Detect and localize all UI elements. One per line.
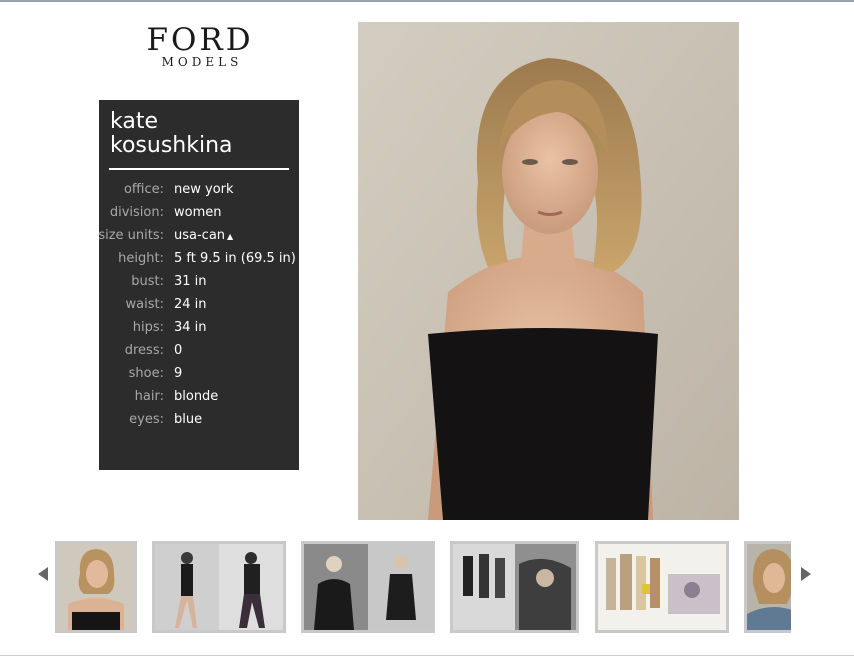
stat-shoe: shoe: 9 [99,366,299,389]
stat-label: size units: [98,228,164,243]
stat-waist: waist: 24 in [99,297,299,320]
thumbnail[interactable] [301,541,435,633]
thumbnail[interactable] [152,541,286,633]
stat-value: new york [174,182,234,197]
name-divider [109,168,289,170]
stat-bust: bust: 31 in [99,274,299,297]
logo-ford: FORD [146,22,254,58]
model-first-name: kate [110,109,158,134]
stat-label: eyes: [129,412,164,427]
stat-dress: dress: 0 [99,343,299,366]
model-name: kate kosushkina [110,110,233,158]
stat-label: shoe: [128,366,164,381]
top-border [0,0,854,2]
model-info-panel: kate kosushkina office: new york divisio… [98,100,299,470]
thumbnail[interactable] [450,541,579,633]
stat-label: waist: [125,297,164,312]
stat-label: dress: [124,343,164,358]
main-portfolio-photo [358,22,739,520]
stat-value: blue [174,412,203,427]
stat-label: division: [109,205,164,220]
stat-label: hair: [134,389,164,404]
stat-division: division: women [99,205,299,228]
model-last-name: kosushkina [110,133,233,158]
thumbnail-strip [55,541,791,633]
stat-label: height: [118,251,164,266]
stat-hair: hair: blonde [99,389,299,412]
arrow-left-icon[interactable] [38,567,48,581]
stat-size-units[interactable]: size units: usa-can ▲ [98,228,299,251]
stat-value: 24 in [174,297,207,312]
thumbnail[interactable] [744,541,791,633]
stat-value: 9 [174,366,183,381]
bottom-border [0,655,854,656]
stat-value: 34 in [174,320,207,335]
stat-value[interactable]: usa-can [174,228,225,243]
stat-office: office: new york [99,182,299,205]
stat-label: hips: [132,320,164,335]
thumbnail[interactable] [595,541,729,633]
stat-label: office: [123,182,164,197]
stat-value: 31 in [174,274,207,289]
stat-value: 0 [174,343,183,358]
stat-value: 5 ft 9.5 in (69.5 in) [174,251,296,266]
stat-label: bust: [131,274,164,289]
size-units-toggle[interactable]: usa-can ▲ [174,228,233,245]
thumbnail[interactable] [55,541,137,633]
stat-value: women [174,205,222,220]
arrow-right-icon[interactable] [801,567,811,581]
ford-models-logo[interactable]: FORD MODELS [130,24,270,68]
stat-value: blonde [174,389,219,404]
caret-up-icon[interactable]: ▲ [227,232,233,241]
stat-eyes: eyes: blue [99,412,299,435]
stat-height: height: 5 ft 9.5 in (69.5 in) [99,251,299,274]
stat-hips: hips: 34 in [99,320,299,343]
